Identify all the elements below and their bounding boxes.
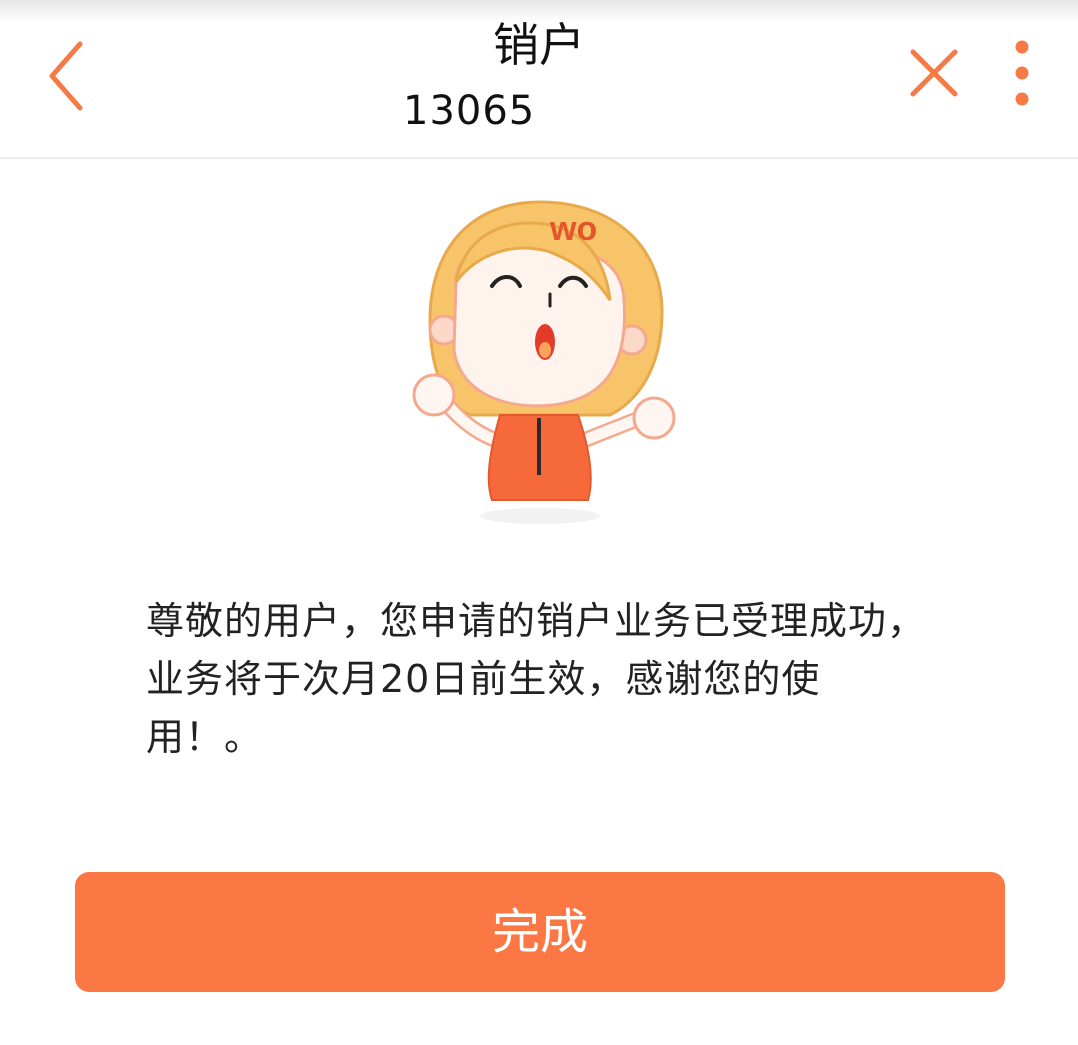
done-button[interactable]: 完成 <box>75 872 1005 992</box>
close-icon <box>910 49 958 97</box>
mascot-girl-illustration: wo <box>412 200 676 524</box>
phone-number: 13065 <box>403 88 536 134</box>
more-vertical-icon <box>1015 40 1029 106</box>
mascot-illustration: wo <box>400 190 680 530</box>
page: 销户 13065 wo 尊敬的用户，您申请的销户业务已受理成功，业务将于次月20… <box>0 0 1078 1045</box>
navigation-bar: 销户 13065 <box>0 0 1078 159</box>
wo-logo: wo <box>549 210 597 248</box>
result-message: 尊敬的用户，您申请的销户业务已受理成功，业务将于次月20日前生效，感谢您的使用！… <box>146 599 927 759</box>
close-button[interactable] <box>905 44 963 102</box>
more-button[interactable] <box>1006 38 1038 110</box>
